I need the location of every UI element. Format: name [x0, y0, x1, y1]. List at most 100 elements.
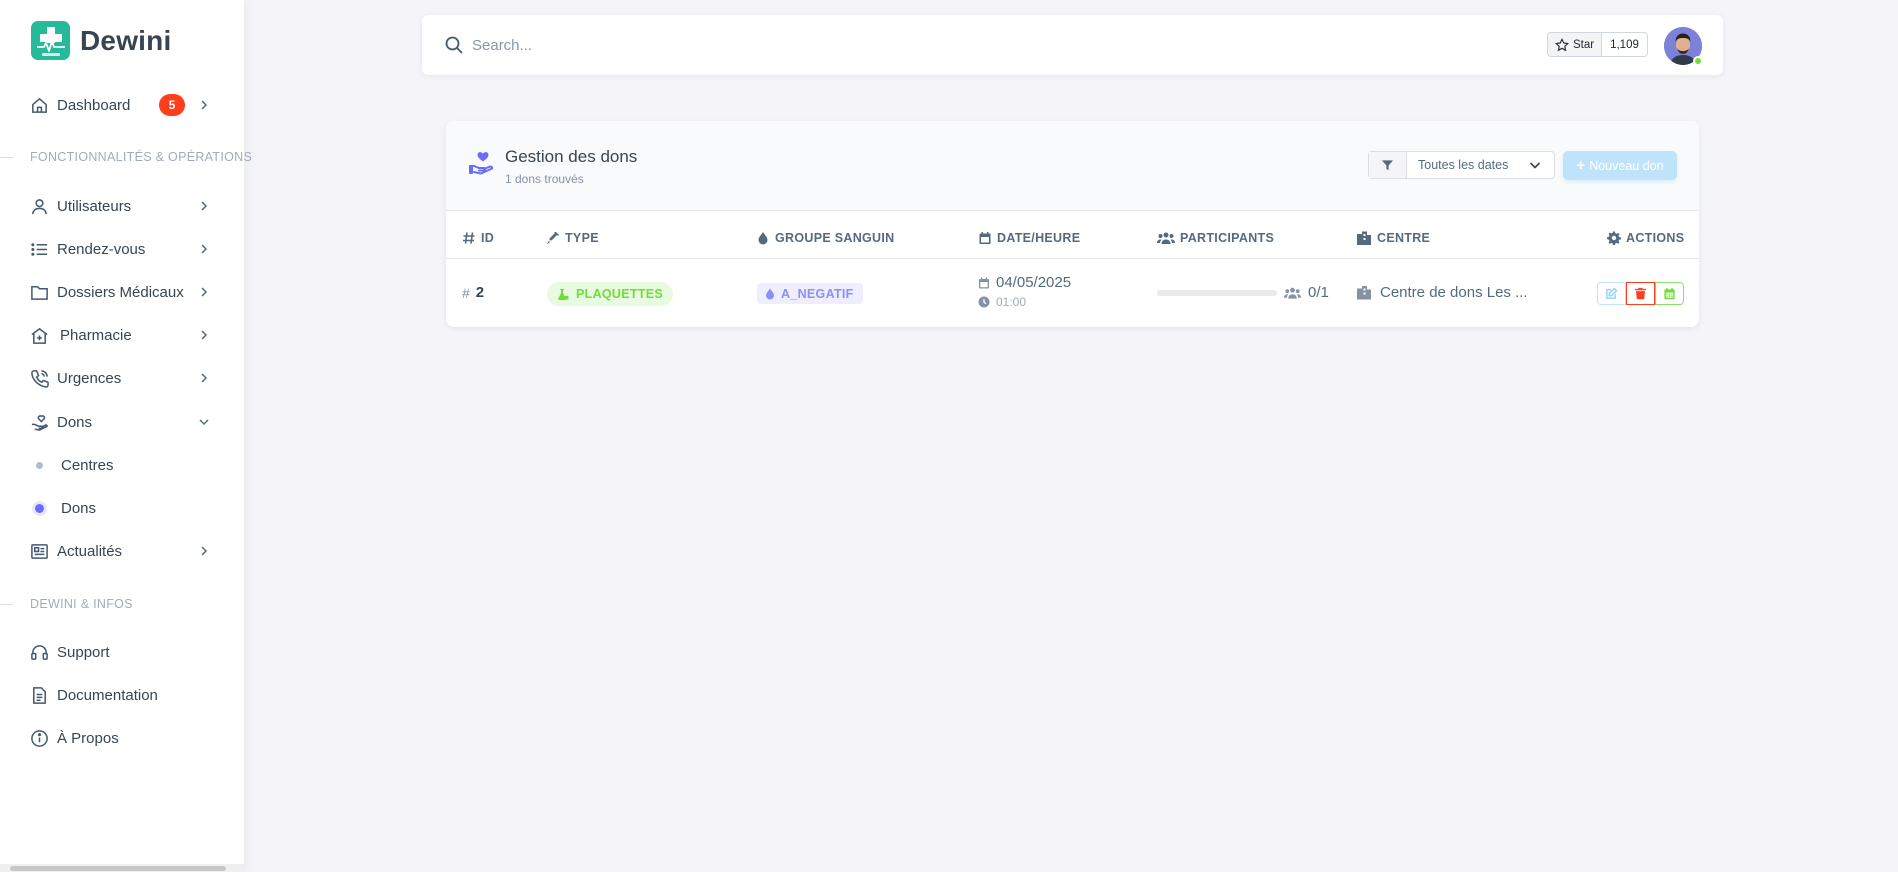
sidebar-subitem-label: Centres: [61, 456, 114, 474]
sidebar-subitem-label: Dons: [61, 499, 97, 517]
edit-icon: [1606, 287, 1618, 299]
hash-icon: #: [462, 284, 470, 301]
donations-card: Gestion des dons 1 dons trouvés Toutes l…: [446, 121, 1699, 327]
column-header-blood-group: GROUPE SANGUIN: [756, 227, 895, 249]
sidebar-item-label: À Propos: [57, 729, 119, 747]
results-count: 1 dons trouvés: [505, 172, 584, 186]
star-button[interactable]: Star: [1548, 33, 1603, 56]
centre-cell: Centre de dons Les ...: [1356, 284, 1528, 301]
sidebar-item-label: Documentation: [57, 686, 158, 704]
chevron-right-icon: [198, 98, 212, 112]
participants-value: 0/1: [1308, 284, 1329, 301]
sidebar-item-utilisateurs[interactable]: Utilisateurs: [28, 191, 218, 221]
sidebar-item-label: Actualités: [57, 542, 123, 560]
date-line: 04/05/2025: [978, 274, 1071, 291]
date-time-cell: 04/05/2025 01:00: [978, 274, 1071, 309]
drop-icon: [766, 288, 774, 299]
sidebar-item-label: Dashboard: [57, 96, 131, 114]
sidebar: Dewini Dashboard 5 FONCTIONNALITÉS & OPÉ…: [0, 0, 252, 872]
sidebar-item-dashboard[interactable]: Dashboard 5: [28, 90, 218, 120]
date-value: 04/05/2025: [996, 274, 1072, 291]
active-bullet-icon: [35, 503, 44, 513]
star-icon: [1555, 37, 1569, 51]
table-divider: [446, 258, 1699, 259]
search-icon: [444, 35, 464, 55]
hand-heart-icon: [468, 149, 496, 177]
drop-icon: [756, 231, 770, 245]
hand-donation-icon: [28, 411, 50, 433]
newspaper-icon: [28, 540, 50, 562]
chevron-right-icon: [198, 371, 212, 385]
sidebar-item-support[interactable]: Support: [28, 637, 218, 667]
edit-button[interactable]: [1597, 282, 1626, 305]
column-header-id: ID: [462, 227, 494, 249]
plus-icon: +: [1576, 157, 1586, 174]
pharmacy-home-icon: [28, 324, 50, 346]
brand-name: Dewini: [80, 24, 172, 56]
users-icon: [1157, 231, 1175, 245]
column-header-centre: CENTRE: [1356, 227, 1430, 249]
sidebar-item-label: Pharmacie: [60, 326, 132, 344]
hash-icon: [462, 231, 476, 245]
sidebar-item-dossiers-medicaux[interactable]: Dossiers Médicaux: [28, 277, 218, 307]
sidebar-item-label: Support: [57, 643, 110, 661]
calendar-icon: [979, 277, 989, 288]
star-count[interactable]: 1,109: [1602, 33, 1647, 56]
sidebar-horizontal-scrollbar[interactable]: [0, 864, 244, 872]
sidebar-item-label: Dons: [57, 413, 93, 431]
column-header-label: TYPE: [565, 231, 599, 245]
new-donation-button[interactable]: + Nouveau don: [1563, 151, 1677, 180]
sidebar-item-a-propos[interactable]: À Propos: [28, 723, 218, 753]
user-icon: [28, 195, 50, 217]
time-line: 01:00: [978, 295, 1026, 309]
chevron-down-icon: [1529, 162, 1541, 169]
medical-cross-heartbeat-icon: [31, 21, 70, 60]
search-input[interactable]: [472, 32, 1172, 58]
calendar-button[interactable]: [1655, 282, 1684, 305]
card-header: Gestion des dons 1 dons trouvés Toutes l…: [446, 121, 1699, 211]
column-header-participants: PARTICIPANTS: [1157, 227, 1274, 249]
sidebar-item-documentation[interactable]: Documentation: [28, 680, 218, 710]
star-label: Star: [1573, 38, 1595, 51]
row-actions: [1597, 282, 1684, 305]
info-icon: [28, 727, 50, 749]
sidebar-subitem-centres[interactable]: Centres: [28, 451, 114, 479]
chevron-right-icon: [198, 199, 212, 213]
sidebar-item-pharmacie[interactable]: Pharmacie: [28, 320, 218, 350]
column-header-label: PARTICIPANTS: [1180, 231, 1275, 245]
sidebar-item-actualites[interactable]: Actualités: [28, 536, 218, 566]
centre-value: Centre de dons Les ...: [1380, 284, 1528, 301]
notification-badge: 5: [159, 94, 185, 116]
sidebar-item-label: Utilisateurs: [57, 197, 132, 215]
column-header-label: ACTIONS: [1626, 231, 1685, 245]
type-badge: PLAQUETTES: [547, 282, 674, 306]
github-star-widget[interactable]: Star 1,109: [1547, 32, 1648, 57]
sidebar-item-urgences[interactable]: Urgences: [28, 363, 218, 393]
sidebar-item-label: Urgences: [57, 369, 122, 387]
column-header-label: CENTRE: [1377, 231, 1431, 245]
brand[interactable]: Dewini: [31, 21, 171, 60]
document-icon: [28, 684, 50, 706]
row-id-value: 2: [475, 284, 485, 301]
headset-icon: [28, 641, 50, 663]
date-filter-select[interactable]: Toutes les dates: [1407, 152, 1554, 178]
phone-icon: [28, 367, 50, 389]
sidebar-item-rendez-vous[interactable]: Rendez-vous: [28, 234, 218, 264]
filter-button[interactable]: [1369, 152, 1407, 178]
top-navbar: Star 1,109: [422, 15, 1723, 75]
gear-icon: [1607, 231, 1621, 245]
folder-icon: [28, 281, 50, 303]
type-value: PLAQUETTES: [576, 287, 664, 301]
scrollbar-thumb[interactable]: [10, 866, 226, 871]
online-status-indicator: [1693, 56, 1703, 66]
row-id: # 2: [462, 284, 484, 301]
sidebar-item-dons[interactable]: Dons: [28, 407, 218, 437]
delete-button[interactable]: [1626, 282, 1655, 305]
column-header-label: ID: [481, 231, 495, 245]
menu-section-header: DEWINI & INFOS: [0, 597, 133, 611]
column-header-actions: ACTIONS: [1607, 227, 1684, 249]
blood-group-badge: A_NEGATIF: [757, 283, 863, 304]
trash-icon: [1634, 287, 1647, 300]
building-icon: [1356, 231, 1372, 245]
sidebar-subitem-dons[interactable]: Dons: [28, 494, 96, 522]
